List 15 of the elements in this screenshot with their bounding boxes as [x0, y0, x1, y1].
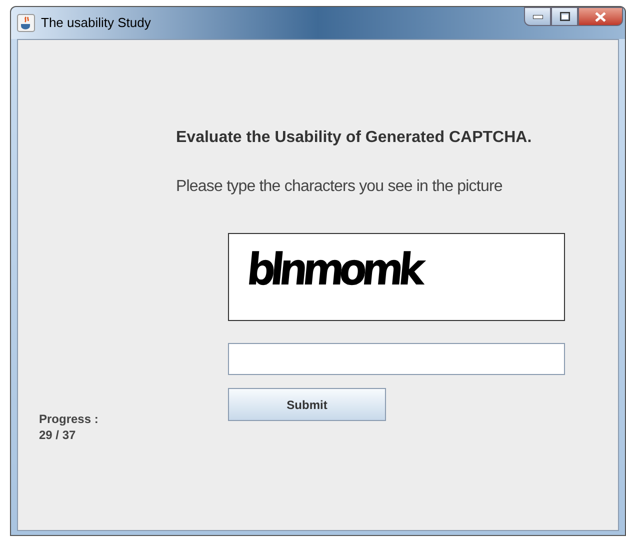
maximize-button[interactable]	[551, 7, 578, 26]
heading: Evaluate the Usability of Generated CAPTCHA.	[176, 128, 533, 148]
submit-button[interactable]: Submit	[228, 388, 386, 421]
close-button[interactable]	[578, 7, 623, 26]
minimize-button[interactable]	[524, 7, 551, 26]
cup-icon	[17, 14, 35, 32]
instruction-text: Please type the characters you see in the picture	[176, 177, 504, 197]
progress-count: 29 / 37	[39, 427, 77, 443]
maximize-icon	[560, 12, 570, 21]
answer-field[interactable]	[228, 343, 565, 375]
close-icon	[595, 12, 606, 22]
progress-label: Progress :	[39, 411, 98, 427]
window-title: The usability Study	[41, 14, 151, 32]
minimize-icon	[532, 14, 542, 18]
captcha-text: blnmomk	[244, 244, 424, 298]
